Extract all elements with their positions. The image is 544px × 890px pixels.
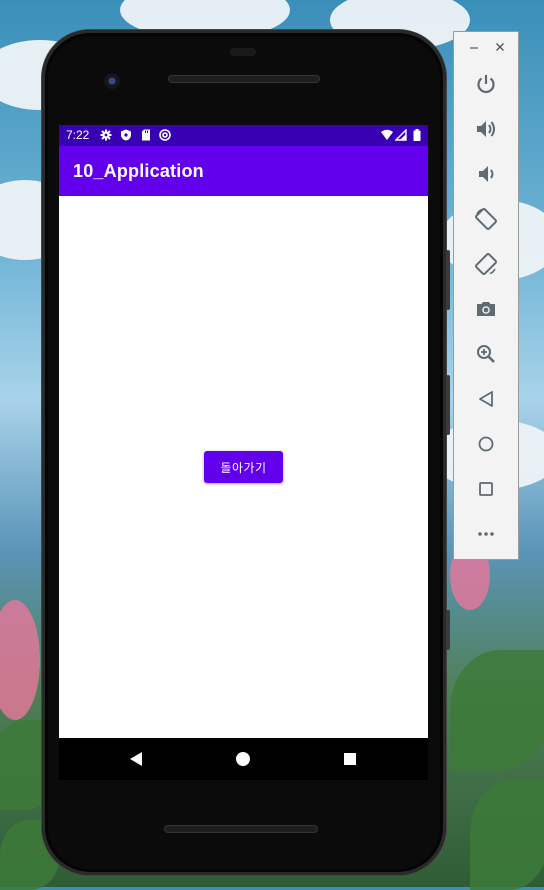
home-circle-icon[interactable] — [234, 750, 252, 768]
status-bar: 7:22 — [59, 125, 428, 146]
back-triangle-icon[interactable] — [127, 750, 145, 768]
volume-down-icon[interactable] — [474, 162, 498, 186]
power-icon[interactable] — [474, 72, 498, 96]
volume-up-icon[interactable] — [474, 117, 498, 141]
camera-icon[interactable] — [474, 297, 498, 321]
rotate-left-icon[interactable] — [474, 207, 498, 231]
home-icon[interactable] — [474, 432, 498, 456]
bottom-speaker — [164, 825, 318, 833]
device-screen: 7:22 10_Application 돌아가기 — [59, 125, 428, 738]
gear-icon — [100, 129, 112, 141]
sd-card-icon — [140, 129, 152, 141]
zoom-icon[interactable] — [474, 342, 498, 366]
rotate-right-icon[interactable] — [474, 252, 498, 276]
back-icon[interactable] — [474, 387, 498, 411]
signal-icon — [395, 129, 407, 141]
side-button — [446, 375, 450, 435]
side-button — [446, 610, 450, 650]
shield-icon — [120, 129, 132, 141]
overview-icon[interactable] — [474, 477, 498, 501]
recents-square-icon[interactable] — [341, 750, 359, 768]
front-camera — [104, 73, 120, 89]
emulator-toolbar — [453, 31, 519, 560]
side-button — [446, 250, 450, 310]
go-back-button[interactable]: 돌아가기 — [204, 451, 283, 483]
toolbar-window-controls — [454, 40, 518, 56]
app-bar: 10_Application — [59, 146, 428, 196]
navigation-bar — [59, 738, 428, 780]
sensor-slot — [230, 48, 256, 56]
wifi-icon — [381, 129, 393, 141]
earpiece-speaker — [168, 75, 320, 83]
close-icon[interactable] — [493, 40, 507, 54]
battery-icon — [413, 129, 421, 141]
more-icon[interactable] — [474, 522, 498, 546]
app-title: 10_Application — [73, 161, 204, 181]
minimize-icon[interactable] — [467, 40, 481, 54]
main-content: 돌아가기 — [59, 196, 428, 738]
at-sign-icon — [159, 129, 171, 141]
status-time: 7:22 — [66, 128, 90, 142]
